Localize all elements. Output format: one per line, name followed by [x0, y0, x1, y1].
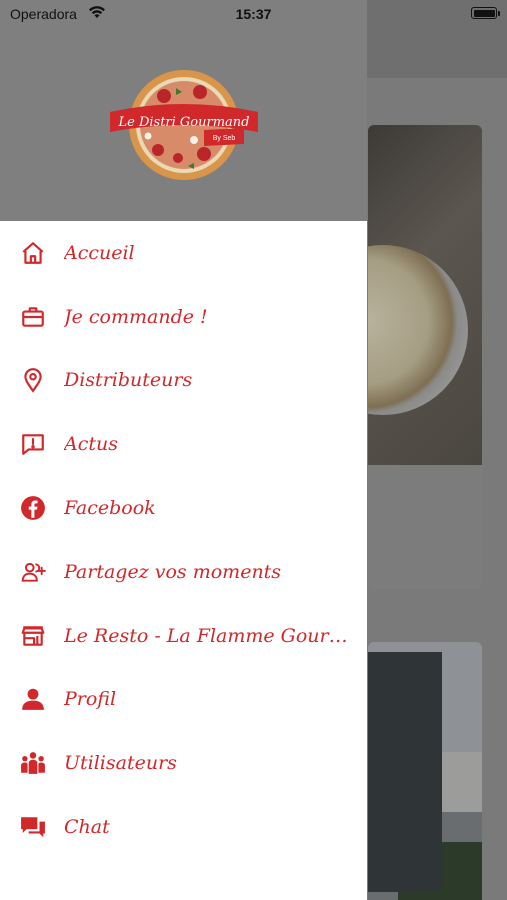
menu-item-profil[interactable]: Profil: [0, 668, 367, 732]
background-card-pizza[interactable]: [368, 125, 482, 590]
menu-label: Accueil: [64, 241, 135, 264]
announcement-icon: [18, 429, 48, 459]
home-icon: [18, 238, 48, 268]
drawer-header: Le Distri Gourmand By Seb: [0, 0, 367, 221]
briefcase-icon: [18, 302, 48, 332]
menu-item-distributeurs[interactable]: Distributeurs: [0, 349, 367, 413]
status-time: 15:37: [235, 6, 272, 22]
menu-item-partagez[interactable]: Partagez vos moments: [0, 540, 367, 604]
brand-logo: Le Distri Gourmand By Seb: [110, 70, 258, 180]
menu-label: Actus: [64, 433, 118, 456]
menu-label: Facebook: [64, 497, 156, 520]
pizza-photo: [368, 125, 482, 465]
user-icon: [18, 684, 48, 714]
chat-bubbles-icon: [18, 812, 48, 842]
brand-logo-name: Le Distri Gourmand: [117, 115, 249, 130]
menu-item-actus[interactable]: Actus: [0, 412, 367, 476]
background-card-distributor[interactable]: [368, 642, 482, 900]
menu-item-utilisateurs[interactable]: Utilisateurs: [0, 731, 367, 795]
menu-label: Utilisateurs: [64, 752, 177, 775]
distributor-photo-machine: [368, 652, 442, 892]
pizza-plate-image: [368, 245, 468, 415]
menu-item-je-commande[interactable]: Je commande !: [0, 285, 367, 349]
location-pin-icon: [18, 365, 48, 395]
menu-item-le-resto[interactable]: Le Resto - La Flamme Gourma...: [0, 604, 367, 668]
menu-label: Partagez vos moments: [64, 560, 282, 583]
storefront-icon: [18, 621, 48, 651]
menu-item-facebook[interactable]: Facebook: [0, 476, 367, 540]
menu-label: Distributeurs: [64, 369, 193, 392]
facebook-icon: [18, 493, 48, 523]
menu-label: Le Resto - La Flamme Gourma...: [64, 624, 354, 647]
menu-item-chat[interactable]: Chat: [0, 795, 367, 859]
menu-label: Je commande !: [64, 305, 208, 328]
navigation-drawer: Le Distri Gourmand By Seb Accueil Je com…: [0, 0, 367, 900]
menu-label: Chat: [64, 816, 110, 839]
brand-logo-byline: By Seb: [213, 135, 236, 142]
battery-icon: [471, 7, 500, 19]
menu-item-accueil[interactable]: Accueil: [0, 221, 367, 285]
drawer-menu: Accueil Je commande ! Distributeurs Actu…: [0, 221, 367, 859]
status-bar: Operadora 15:37: [0, 0, 507, 28]
users-group-icon: [18, 748, 48, 778]
add-people-icon: [18, 557, 48, 587]
menu-label: Profil: [64, 688, 117, 711]
